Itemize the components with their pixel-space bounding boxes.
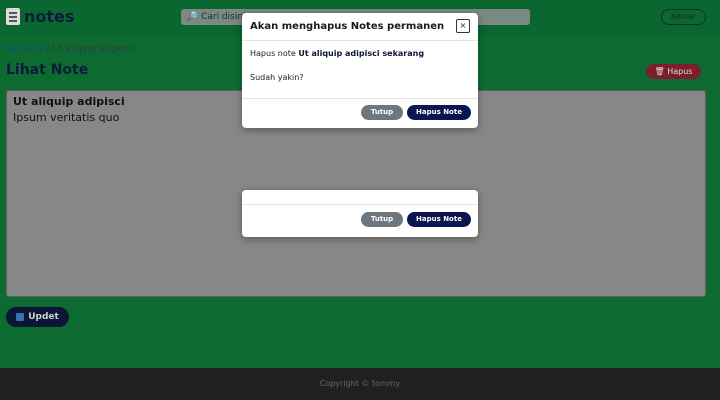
info-icon xyxy=(16,313,25,321)
cancel-button[interactable]: Tutup xyxy=(361,105,403,120)
modal-question: Sudah yakin? xyxy=(250,73,304,82)
modal-header: Akan menghapus Notes permanen × xyxy=(242,13,478,41)
brand-name: notes xyxy=(24,7,75,26)
close-icon[interactable]: × xyxy=(456,19,470,33)
brand[interactable]: notes xyxy=(6,7,74,26)
delete-note-button-back[interactable]: Hapus Note xyxy=(407,212,471,227)
confirm-delete-button[interactable]: Hapus Note xyxy=(407,105,471,120)
delete-confirm-modal: Akan menghapus Notes permanen × Hapus no… xyxy=(242,13,478,128)
close-button-back[interactable]: Tutup xyxy=(361,212,403,227)
modal-back: Tutup Hapus Note xyxy=(242,190,478,237)
modal-message-note: Ut aliquip adipisci sekarang xyxy=(298,49,425,58)
logout-button[interactable]: Keluar xyxy=(661,9,706,25)
modal-title: Akan menghapus Notes permanen xyxy=(250,21,445,32)
breadcrumb: Beranda / Ut aliquip adipisci xyxy=(6,44,133,54)
update-label: Updet xyxy=(28,312,59,322)
breadcrumb-current: Ut aliquip adipisci xyxy=(52,44,133,54)
page-title: Lihat Note xyxy=(6,62,89,78)
breadcrumb-home[interactable]: Beranda xyxy=(6,44,44,54)
breadcrumb-separator: / xyxy=(46,44,50,54)
modal-message-prefix: Hapus note xyxy=(250,49,299,58)
delete-button[interactable]: 🗑 Hapus xyxy=(646,64,701,79)
modal-divider xyxy=(242,204,478,205)
update-button[interactable]: Updet xyxy=(6,307,69,327)
notes-logo-icon xyxy=(6,8,20,25)
modal-footer-divider xyxy=(242,98,478,99)
footer: Copyright © tommy xyxy=(0,368,720,400)
modal-message: Hapus note Ut aliquip adipisci sekarang xyxy=(250,49,424,58)
